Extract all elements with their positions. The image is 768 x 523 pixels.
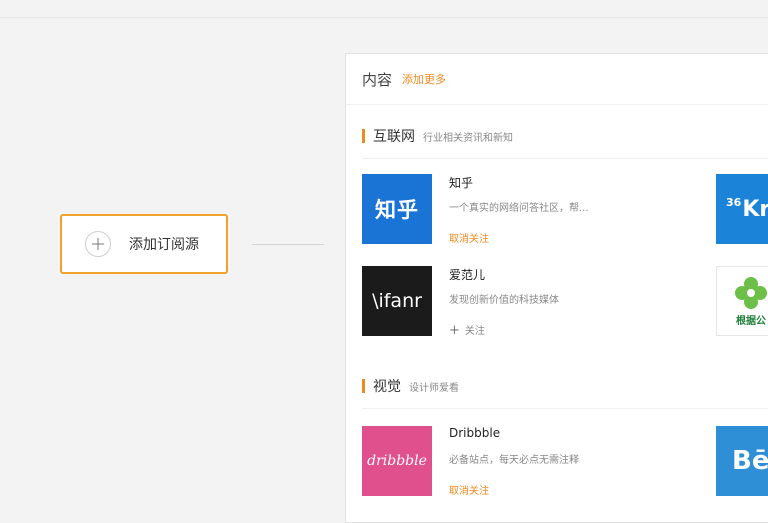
plus-icon [85,231,111,257]
section-header-visual: 视觉 设计师爱看 [362,376,459,396]
section-accent-bar [362,129,365,143]
item-desc: 必备站点，每天必点无需注释 [449,455,579,466]
list-item-zhihu: 知乎 知乎 一个真实的网络问答社区，帮... 取消关注 [362,174,612,245]
genju-logo[interactable]: 根据公 [716,266,768,336]
section-header-internet: 互联网 行业相关资讯和新知 [362,126,513,146]
list-item-dribbble: dribbble Dribbble 必备站点，每天必点无需注释 取消关注 [362,426,612,497]
section-title: 互联网 [373,129,415,145]
ifanr-logo[interactable]: \ifanr [362,266,432,336]
connector-line [252,244,324,245]
item-title[interactable]: Dribbble [449,426,500,440]
unfollow-button[interactable]: 取消关注 [449,230,489,245]
item-desc: 一个真实的网络问答社区，帮... [449,203,589,214]
item-title[interactable]: 知乎 [449,174,473,191]
section-divider [362,408,768,409]
section-divider [362,158,768,159]
dribbble-logo[interactable]: dribbble [362,426,432,496]
follow-button[interactable]: + 关注 [449,322,485,338]
section-accent-bar [362,379,365,393]
clover-icon [735,276,767,309]
panel-title: 内容 [362,70,393,89]
36kr-logo[interactable]: 36 Kr [716,174,768,244]
add-more-link[interactable]: 添加更多 [402,71,446,87]
item-desc: 发现创新价值的科技媒体 [449,295,559,306]
zhihu-logo[interactable]: 知乎 [362,174,432,244]
panel-header: 内容 添加更多 [346,54,768,105]
add-source-button[interactable]: 添加订阅源 [60,214,228,274]
section-desc: 行业相关资讯和新知 [423,132,513,144]
add-source-label: 添加订阅源 [129,237,199,253]
plus-icon: + [449,323,460,338]
top-divider [0,17,768,18]
behance-logo[interactable]: Bē [716,426,768,496]
section-title: 视觉 [373,379,401,395]
content-panel: 内容 添加更多 互联网 行业相关资讯和新知 知乎 知乎 一个真实的网络问答社区，… [345,53,768,523]
section-desc: 设计师爱看 [409,382,459,394]
list-item-ifanr: \ifanr 爱范儿 发现创新价值的科技媒体 + 关注 [362,266,612,338]
unfollow-button[interactable]: 取消关注 [449,482,489,497]
item-title[interactable]: 爱范儿 [449,266,485,283]
